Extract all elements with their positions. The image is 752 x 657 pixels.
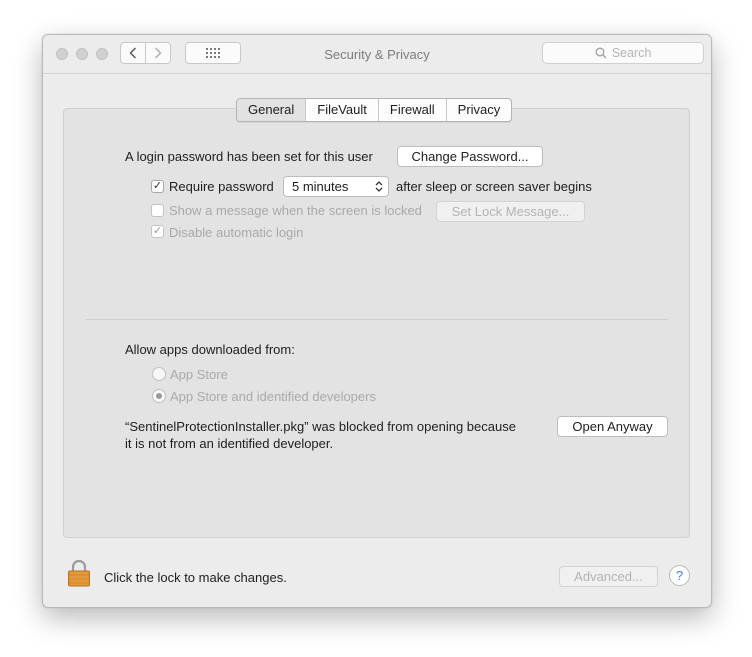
search-icon <box>595 47 607 59</box>
show-message-label: Show a message when the screen is locked <box>169 203 422 218</box>
section-divider <box>86 319 668 320</box>
set-lock-message-button[interactable]: Set Lock Message... <box>436 201 585 222</box>
tab-privacy[interactable]: Privacy <box>445 99 512 121</box>
lock-button[interactable] <box>67 559 91 590</box>
app-store-label: App Store <box>170 367 228 382</box>
tab-firewall[interactable]: Firewall <box>377 99 446 121</box>
search-field[interactable]: Search <box>542 42 704 64</box>
lock-text: Click the lock to make changes. <box>104 570 287 585</box>
settings-panel <box>63 108 690 538</box>
tab-general[interactable]: General <box>237 99 306 121</box>
login-password-text: A login password has been set for this u… <box>125 149 373 164</box>
lock-icon <box>68 559 90 587</box>
app-store-identified-label: App Store and identified developers <box>170 389 376 404</box>
blocked-app-message-line2: it is not from an identified developer. <box>125 436 334 451</box>
help-button[interactable]: ? <box>669 565 690 586</box>
change-password-button[interactable]: Change Password... <box>397 146 543 167</box>
title-bar: Security & Privacy Search <box>43 35 711 74</box>
require-password-checkbox[interactable]: ✓ <box>151 180 164 193</box>
require-password-label: Require password <box>169 179 274 194</box>
search-placeholder: Search <box>611 46 652 60</box>
require-password-delay-select[interactable]: 5 minutes <box>283 176 389 197</box>
allow-apps-heading: Allow apps downloaded from: <box>125 342 295 357</box>
disable-auto-login-checkbox[interactable]: ✓ <box>151 225 164 238</box>
require-password-delay-value: 5 minutes <box>292 179 349 194</box>
preferences-window: Security & Privacy Search General FileVa… <box>42 34 712 608</box>
open-anyway-button[interactable]: Open Anyway <box>557 416 668 437</box>
tab-filevault[interactable]: FileVault <box>305 99 378 121</box>
show-message-checkbox[interactable] <box>151 204 164 217</box>
require-password-suffix: after sleep or screen saver begins <box>396 179 592 194</box>
app-store-identified-radio[interactable] <box>152 389 166 403</box>
tab-bar: General FileVault Firewall Privacy <box>236 98 513 122</box>
disable-auto-login-label: Disable automatic login <box>169 225 304 240</box>
advanced-button[interactable]: Advanced... <box>559 566 658 587</box>
updown-chevron-icon <box>375 181 383 192</box>
blocked-app-message-line1: “SentinelProtectionInstaller.pkg” was bl… <box>125 419 516 434</box>
app-store-radio[interactable] <box>152 367 166 381</box>
